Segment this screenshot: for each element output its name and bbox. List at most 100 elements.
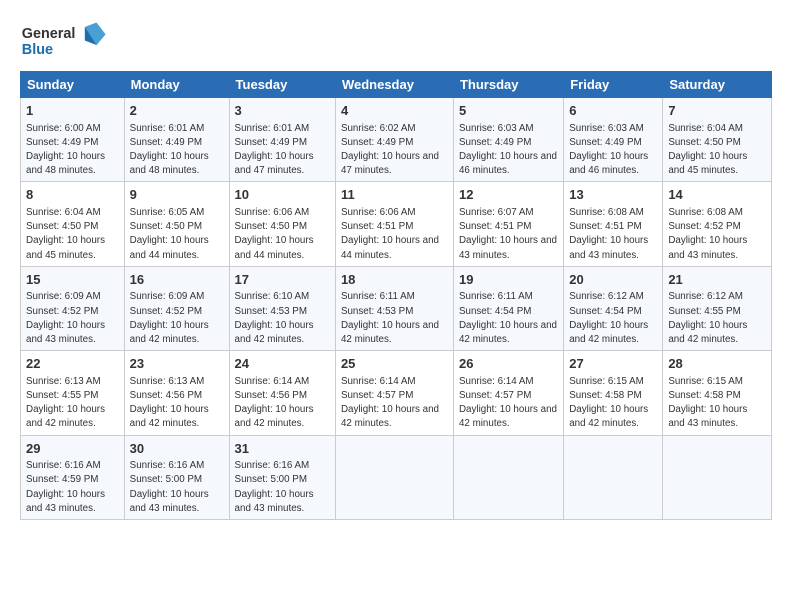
daylight-info: Daylight: 10 hours and 42 minutes. [459, 320, 557, 345]
sunset-info: Sunset: 4:53 PM [341, 306, 413, 317]
sunrise-info: Sunrise: 6:14 AM [235, 376, 310, 387]
sunset-info: Sunset: 4:58 PM [668, 390, 740, 401]
day-number: 21 [668, 271, 766, 289]
day-cell: 5Sunrise: 6:03 AMSunset: 4:49 PMDaylight… [453, 98, 563, 182]
page-container: General Blue SundayMondayTuesdayWednesda… [0, 0, 792, 530]
day-number: 2 [130, 102, 224, 120]
day-cell: 30Sunrise: 6:16 AMSunset: 5:00 PMDayligh… [124, 435, 229, 519]
day-cell: 19Sunrise: 6:11 AMSunset: 4:54 PMDayligh… [453, 266, 563, 350]
week-row-2: 8 Sunrise: 6:04 AM Sunset: 4:50 PM Daylight… [21, 182, 772, 266]
sunrise-info: Sunrise: 6:11 AM [341, 291, 415, 302]
daylight-info: Daylight: 10 hours and 43 minutes. [235, 489, 314, 514]
sunrise-info: Sunrise: 6:16 AM [26, 460, 101, 471]
sunrise-info: Sunrise: 6:14 AM [459, 376, 534, 387]
day-cell: 11Sunrise: 6:06 AMSunset: 4:51 PMDayligh… [335, 182, 453, 266]
sunrise-info: Sunrise: 6:13 AM [26, 376, 101, 387]
day-number: 4 [341, 102, 448, 120]
sunset-info: Sunset: 4:51 PM [341, 221, 413, 232]
daylight-info: Daylight: 10 hours and 44 minutes. [130, 235, 209, 260]
day-cell: 13Sunrise: 6:08 AMSunset: 4:51 PMDayligh… [564, 182, 663, 266]
daylight-info: Daylight: 10 hours and 48 minutes. [26, 151, 105, 176]
daylight-info: Daylight: 10 hours and 43 minutes. [26, 489, 105, 514]
header: General Blue [20, 18, 772, 63]
col-header-thursday: Thursday [453, 72, 563, 98]
sunrise-info: Sunrise: 6:01 AM [235, 123, 310, 134]
sunset-info: Sunset: 4:57 PM [459, 390, 531, 401]
daylight-info: Daylight: 10 hours and 43 minutes. [668, 235, 747, 260]
week-row-4: 22Sunrise: 6:13 AMSunset: 4:55 PMDayligh… [21, 351, 772, 435]
sunrise-info: Sunrise: 6:16 AM [130, 460, 205, 471]
day-number: 8 [26, 186, 119, 204]
day-cell: 8 Sunrise: 6:04 AM Sunset: 4:50 PM Daylight… [21, 182, 125, 266]
day-number: 15 [26, 271, 119, 289]
day-cell: 24Sunrise: 6:14 AMSunset: 4:56 PMDayligh… [229, 351, 335, 435]
sunrise-info: Sunrise: 6:05 AM [130, 207, 205, 218]
day-number: 7 [668, 102, 766, 120]
sunset-info: Sunset: 4:49 PM [459, 137, 531, 148]
day-number: 6 [569, 102, 657, 120]
day-cell: 4Sunrise: 6:02 AMSunset: 4:49 PMDaylight… [335, 98, 453, 182]
sunset-info: Sunset: 4:49 PM [341, 137, 413, 148]
sunset-info: Sunset: 4:53 PM [235, 306, 307, 317]
day-cell: 17Sunrise: 6:10 AMSunset: 4:53 PMDayligh… [229, 266, 335, 350]
col-header-friday: Friday [564, 72, 663, 98]
sunset-info: Sunset: 4:54 PM [569, 306, 641, 317]
sunrise-info: Sunrise: 6:03 AM [569, 123, 644, 134]
sunrise-info: Sunrise: 6:04 AM [26, 207, 101, 218]
sunset-info: Sunset: 4:50 PM [130, 221, 202, 232]
sunset-info: Sunset: 5:00 PM [235, 474, 307, 485]
daylight-info: Daylight: 10 hours and 45 minutes. [26, 235, 105, 260]
daylight-info: Daylight: 10 hours and 42 minutes. [130, 320, 209, 345]
day-cell: 15Sunrise: 6:09 AMSunset: 4:52 PMDayligh… [21, 266, 125, 350]
day-cell: 20Sunrise: 6:12 AMSunset: 4:54 PMDayligh… [564, 266, 663, 350]
sunrise-info: Sunrise: 6:15 AM [569, 376, 644, 387]
day-number: 28 [668, 355, 766, 373]
daylight-info: Daylight: 10 hours and 42 minutes. [26, 404, 105, 429]
day-cell: 27Sunrise: 6:15 AMSunset: 4:58 PMDayligh… [564, 351, 663, 435]
col-header-saturday: Saturday [663, 72, 772, 98]
week-row-5: 29Sunrise: 6:16 AMSunset: 4:59 PMDayligh… [21, 435, 772, 519]
day-number: 30 [130, 440, 224, 458]
col-header-sunday: Sunday [21, 72, 125, 98]
day-number: 10 [235, 186, 330, 204]
day-cell: 7Sunrise: 6:04 AMSunset: 4:50 PMDaylight… [663, 98, 772, 182]
sunset-info: Sunset: 5:00 PM [130, 474, 202, 485]
daylight-info: Daylight: 10 hours and 48 minutes. [130, 151, 209, 176]
day-number: 18 [341, 271, 448, 289]
daylight-info: Daylight: 10 hours and 42 minutes. [341, 404, 439, 429]
sunset-info: Sunset: 4:49 PM [569, 137, 641, 148]
sunrise-info: Sunrise: 6:15 AM [668, 376, 743, 387]
sunset-info: Sunset: 4:56 PM [130, 390, 202, 401]
day-cell: 6Sunrise: 6:03 AMSunset: 4:49 PMDaylight… [564, 98, 663, 182]
day-number: 12 [459, 186, 558, 204]
sunset-info: Sunset: 4:52 PM [26, 306, 98, 317]
day-cell: 2Sunrise: 6:01 AMSunset: 4:49 PMDaylight… [124, 98, 229, 182]
day-number: 1 [26, 102, 119, 120]
day-number: 14 [668, 186, 766, 204]
day-cell: 10Sunrise: 6:06 AMSunset: 4:50 PMDayligh… [229, 182, 335, 266]
sunset-info: Sunset: 4:57 PM [341, 390, 413, 401]
sunset-info: Sunset: 4:58 PM [569, 390, 641, 401]
col-header-tuesday: Tuesday [229, 72, 335, 98]
daylight-info: Daylight: 10 hours and 42 minutes. [235, 320, 314, 345]
sunrise-info: Sunrise: 6:07 AM [459, 207, 534, 218]
sunset-info: Sunset: 4:51 PM [459, 221, 531, 232]
sunrise-info: Sunrise: 6:02 AM [341, 123, 416, 134]
day-number: 23 [130, 355, 224, 373]
day-number: 26 [459, 355, 558, 373]
sunset-info: Sunset: 4:50 PM [26, 221, 98, 232]
sunrise-info: Sunrise: 6:14 AM [341, 376, 416, 387]
day-number: 13 [569, 186, 657, 204]
daylight-info: Daylight: 10 hours and 42 minutes. [235, 404, 314, 429]
sunset-info: Sunset: 4:52 PM [130, 306, 202, 317]
sunrise-info: Sunrise: 6:08 AM [668, 207, 743, 218]
day-cell: 21Sunrise: 6:12 AMSunset: 4:55 PMDayligh… [663, 266, 772, 350]
day-cell [564, 435, 663, 519]
day-cell [453, 435, 563, 519]
day-cell: 26Sunrise: 6:14 AMSunset: 4:57 PMDayligh… [453, 351, 563, 435]
day-cell: 28Sunrise: 6:15 AMSunset: 4:58 PMDayligh… [663, 351, 772, 435]
sunset-info: Sunset: 4:55 PM [668, 306, 740, 317]
sunset-info: Sunset: 4:59 PM [26, 474, 98, 485]
sunset-info: Sunset: 4:54 PM [459, 306, 531, 317]
week-row-3: 15Sunrise: 6:09 AMSunset: 4:52 PMDayligh… [21, 266, 772, 350]
